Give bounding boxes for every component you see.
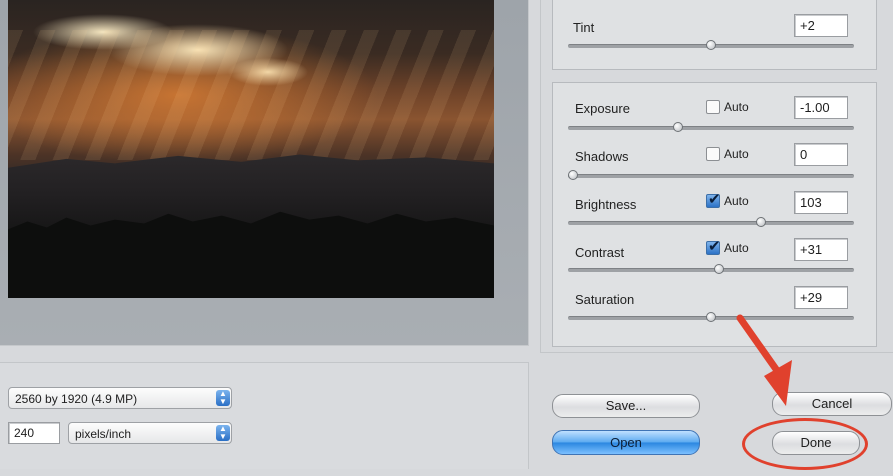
exposure-slider-track[interactable] <box>568 126 854 130</box>
tint-slider-thumb[interactable] <box>706 40 716 50</box>
exposure-auto-label: Auto <box>724 100 749 114</box>
resolution-field[interactable]: 240 <box>8 422 60 444</box>
brightness-slider-track[interactable] <box>568 221 854 225</box>
saturation-label: Saturation <box>575 292 635 307</box>
contrast-field[interactable]: +31 <box>794 238 848 261</box>
resolution-unit-value: pixels/inch <box>75 427 132 441</box>
size-popup-arrows-icon[interactable]: ▲ ▼ <box>216 390 230 406</box>
tint-label: Tint <box>573 20 595 35</box>
exposure-field[interactable]: -1.00 <box>794 96 848 119</box>
shadows-auto-checkbox[interactable] <box>706 147 720 161</box>
image-preview-rays <box>8 30 494 160</box>
brightness-auto-checkbox[interactable] <box>706 190 721 208</box>
exposure-slider-thumb[interactable] <box>672 122 683 132</box>
open-button[interactable]: Open <box>552 430 700 455</box>
workflow-options-panel <box>0 362 529 469</box>
saturation-field[interactable]: +29 <box>794 286 848 309</box>
saturation-slider-thumb[interactable] <box>706 312 716 322</box>
shadows-field[interactable]: 0 <box>794 143 848 166</box>
annotation-arrow-icon <box>736 314 792 406</box>
brightness-slider-thumb[interactable] <box>755 217 766 227</box>
shadows-slider-track[interactable] <box>568 174 854 178</box>
brightness-label: Brightness <box>575 197 637 212</box>
size-popup-value: 2560 by 1920 (4.9 MP) <box>15 392 138 406</box>
resolution-unit-arrows-icon[interactable]: ▲ ▼ <box>216 425 230 441</box>
exposure-auto-checkbox[interactable] <box>706 100 720 114</box>
exposure-label: Exposure <box>575 101 630 116</box>
contrast-slider-track[interactable] <box>568 268 854 272</box>
shadows-slider-thumb[interactable] <box>568 170 578 180</box>
brightness-field[interactable]: 103 <box>794 191 848 214</box>
resolution-unit-popup[interactable]: pixels/inch <box>68 422 232 444</box>
shadows-auto-label: Auto <box>724 147 749 161</box>
annotation-circle <box>742 418 868 470</box>
shadows-label: Shadows <box>575 149 629 164</box>
tint-field[interactable]: +2 <box>794 14 848 37</box>
save-button[interactable]: Save... <box>552 394 700 418</box>
contrast-auto-label: Auto <box>724 241 749 255</box>
contrast-auto-checkbox[interactable] <box>706 237 721 255</box>
contrast-label: Contrast <box>575 245 625 260</box>
size-popup[interactable]: 2560 by 1920 (4.9 MP) <box>8 387 232 409</box>
brightness-auto-label: Auto <box>724 194 749 208</box>
